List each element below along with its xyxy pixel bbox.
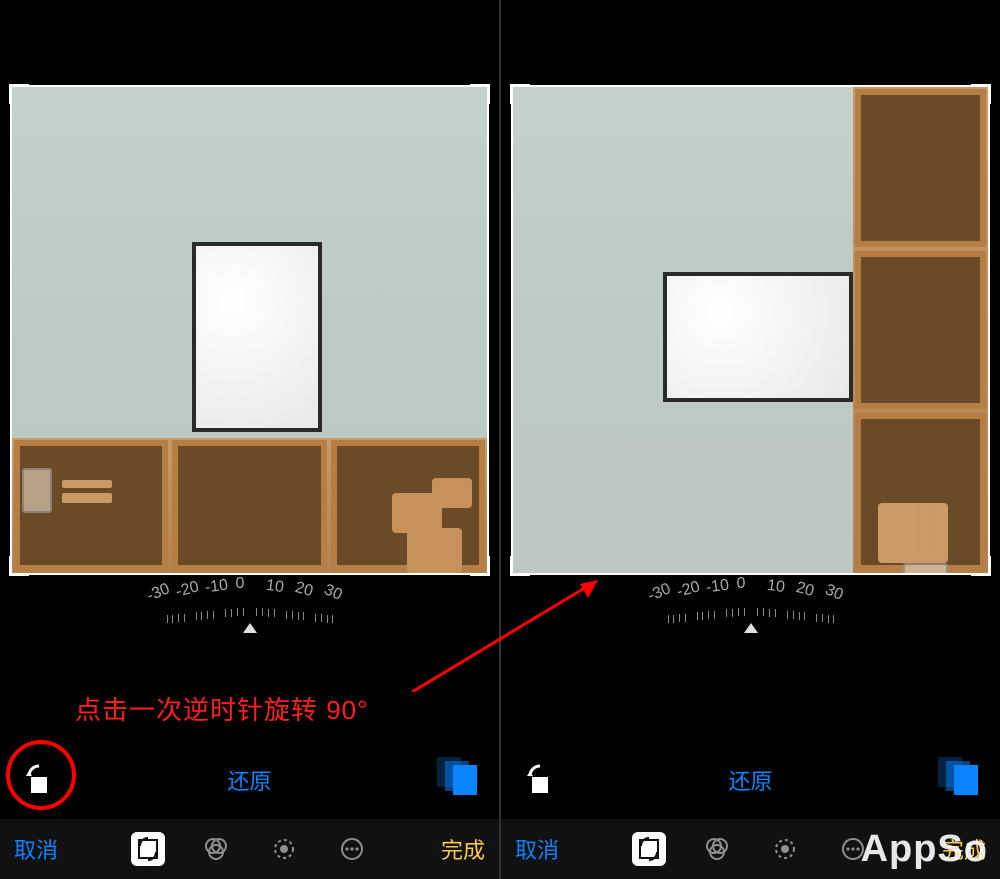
dial-label: -10 — [204, 576, 229, 597]
photo-object-frame — [192, 242, 322, 432]
dial-label: 20 — [293, 579, 315, 601]
crop-handle-tr[interactable] — [971, 84, 991, 104]
tool-light[interactable] — [768, 832, 802, 866]
tool-filters[interactable] — [199, 832, 233, 866]
dial-label: 10 — [766, 577, 786, 597]
crop-icon — [636, 836, 662, 862]
filters-icon — [203, 836, 229, 862]
straighten-dial[interactable]: -30-20-10 0 10 20 30 — [0, 575, 499, 645]
screen-before: -30-20-10 0 10 20 30 点击一次逆时针旋转 90° 还原 取消 — [0, 0, 499, 879]
crop-handle-bl[interactable] — [510, 556, 530, 576]
bottom-toolbar: 取消 完成 — [0, 819, 499, 879]
annotation-text: 点击一次逆时针旋转 90° — [75, 690, 369, 727]
dial-label: 10 — [265, 577, 285, 597]
aspect-ratio-button[interactable] — [944, 765, 978, 795]
reset-button[interactable]: 还原 — [728, 764, 772, 796]
rotate-ccw-icon — [22, 763, 56, 797]
photo-object-containers — [372, 423, 482, 573]
done-button[interactable]: 完成 — [942, 833, 986, 865]
dial-label: 0 — [236, 575, 245, 593]
tool-more[interactable] — [335, 832, 369, 866]
crop-frame[interactable] — [511, 85, 990, 575]
straighten-dial[interactable]: -30-20-10 0 10 20 30 — [501, 575, 1000, 645]
crop-handle-tr[interactable] — [470, 84, 490, 104]
dial-pointer-icon — [744, 623, 758, 633]
bottom-toolbar: 取消 完成 — [501, 819, 1000, 879]
dial-label: 30 — [822, 582, 845, 605]
tool-crop[interactable] — [632, 832, 666, 866]
light-adjust-icon — [271, 836, 297, 862]
tool-filters[interactable] — [700, 832, 734, 866]
dial-label: -20 — [174, 578, 201, 601]
dial-label: -30 — [646, 580, 674, 605]
dial-label: -30 — [145, 580, 173, 605]
crop-frame[interactable] — [10, 85, 489, 575]
rotate-ccw-icon — [523, 763, 557, 797]
dial-label: -20 — [675, 578, 702, 601]
crop-handle-br[interactable] — [971, 556, 991, 576]
tool-light[interactable] — [267, 832, 301, 866]
more-icon — [339, 836, 365, 862]
aspect-ratio-button[interactable] — [443, 765, 477, 795]
crop-toolbar: 还原 — [0, 755, 499, 805]
filters-icon — [704, 836, 730, 862]
photo-object-utensils — [868, 453, 948, 573]
photo-object-frame — [663, 272, 853, 402]
crop-handle-tl[interactable] — [510, 84, 530, 104]
tool-more[interactable] — [836, 832, 870, 866]
crop-toolbar: 还原 — [501, 755, 1000, 805]
photo-preview[interactable] — [12, 87, 487, 573]
dial-pointer-icon — [243, 623, 257, 633]
dial-label: 0 — [737, 575, 746, 593]
crop-icon — [135, 836, 161, 862]
light-adjust-icon — [772, 836, 798, 862]
dial-label: -10 — [705, 576, 730, 597]
crop-handle-br[interactable] — [470, 556, 490, 576]
photo-preview-rotated[interactable] — [513, 87, 988, 573]
crop-handle-tl[interactable] — [9, 84, 29, 104]
reset-button[interactable]: 还原 — [227, 764, 271, 796]
rotate-ccw-button[interactable] — [523, 763, 557, 797]
rotate-ccw-button[interactable] — [22, 763, 56, 797]
cancel-button[interactable]: 取消 — [14, 833, 58, 865]
cancel-button[interactable]: 取消 — [515, 833, 559, 865]
dial-label: 30 — [321, 582, 344, 605]
more-icon — [840, 836, 866, 862]
screen-after: -30-20-10 0 10 20 30 还原 取消 — [501, 0, 1000, 879]
dial-label: 20 — [794, 579, 816, 601]
tool-crop[interactable] — [131, 832, 165, 866]
crop-handle-bl[interactable] — [9, 556, 29, 576]
done-button[interactable]: 完成 — [441, 833, 485, 865]
photo-object-utensils — [22, 433, 162, 513]
